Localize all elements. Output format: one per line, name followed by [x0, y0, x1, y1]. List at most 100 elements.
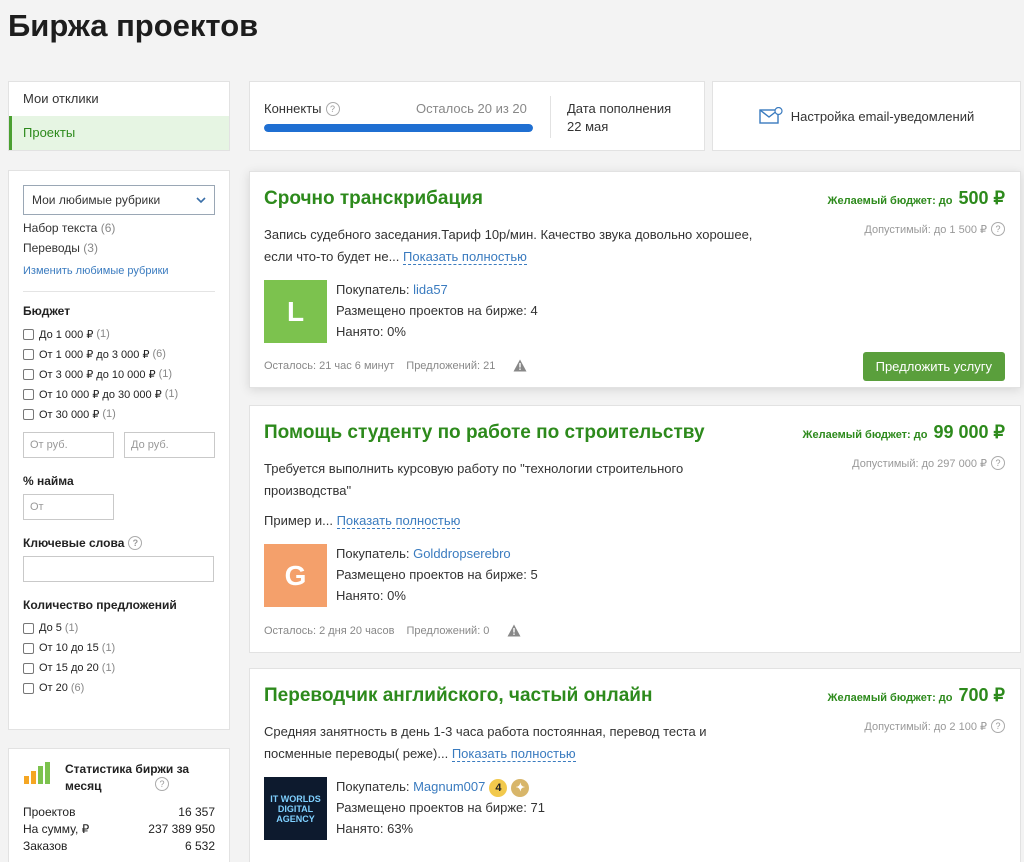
- offers-count: Предложений: 0: [406, 624, 490, 637]
- budget: Желаемый бюджет: до 700 ₽: [827, 685, 1006, 705]
- warning-icon[interactable]: [513, 359, 527, 372]
- budget-to-input[interactable]: До руб.: [124, 432, 215, 458]
- refill-date: 22 мая: [567, 119, 609, 134]
- email-settings-button[interactable]: Настройка email-уведомлений: [712, 81, 1021, 151]
- keywords-input[interactable]: [23, 556, 214, 582]
- stats-panel: Статистика биржи за месяц ? Проектов 16 3…: [8, 748, 230, 862]
- budget-option[interactable]: От 3 000 ₽ до 10 000 ₽ (1): [23, 364, 215, 384]
- nav-item-my-responses[interactable]: Мои отклики: [9, 82, 229, 116]
- offers-count: Предложений: 21: [406, 359, 496, 372]
- connects-progress-bar: [264, 124, 533, 132]
- buyer-info: Покупатель: Magnum007 4 ✦ Размещено проект…: [336, 778, 545, 836]
- budget-heading: Бюджет: [23, 304, 71, 318]
- offers-option[interactable]: От 20 (6): [23, 678, 215, 698]
- offers-option[interactable]: От 15 до 20 (1): [23, 658, 215, 678]
- avatar[interactable]: L: [264, 280, 327, 343]
- budget-option[interactable]: От 30 000 ₽ (1): [23, 404, 215, 424]
- budget-value: 500 ₽: [958, 188, 1006, 208]
- hire-heading: % найма: [23, 474, 74, 488]
- category-item[interactable]: Переводы (3): [23, 241, 215, 255]
- buyer-info: Покупатель: lida57 Размещено проектов на…: [336, 282, 538, 339]
- chevron-down-icon: [196, 197, 206, 204]
- email-settings-label: Настройка email-уведомлений: [790, 108, 975, 124]
- stat-row: Проектов 16 357: [23, 805, 215, 819]
- checkbox[interactable]: [23, 682, 34, 694]
- time-left: Осталось: 21 час 6 минут: [264, 359, 395, 372]
- rubric-select[interactable]: Мои любимые рубрики: [23, 185, 215, 215]
- bar-chart-icon: [24, 762, 50, 784]
- stats-title: Статистика биржи за месяц: [65, 762, 190, 793]
- divider: [23, 291, 215, 292]
- connects-progress-fill: [264, 124, 533, 132]
- project-card: Помощь студенту по работе по строительст…: [249, 405, 1021, 653]
- budget: Желаемый бюджет: до 500 ₽: [827, 188, 1006, 208]
- offers-option[interactable]: От 10 до 15 (1): [23, 638, 215, 658]
- help-icon[interactable]: ?: [991, 222, 1005, 236]
- project-description: Средняя занятность в день 1-3 часа работ…: [264, 724, 707, 762]
- stat-row: На сумму, ₽237 389 950: [23, 822, 215, 836]
- checkbox[interactable]: [23, 662, 34, 674]
- connects-remaining: Осталось 20 из 20: [416, 101, 527, 116]
- help-icon[interactable]: ?: [991, 719, 1005, 733]
- help-icon[interactable]: ?: [128, 536, 143, 550]
- checkbox[interactable]: [23, 408, 34, 420]
- checkbox[interactable]: [23, 388, 34, 400]
- level-badge: 4: [489, 778, 508, 797]
- budget-option[interactable]: От 10 000 ₽ до 30 000 ₽ (1): [23, 384, 215, 404]
- avatar[interactable]: G: [264, 544, 327, 607]
- hire-from-input[interactable]: От: [23, 494, 114, 520]
- help-icon[interactable]: ?: [991, 456, 1005, 470]
- project-meta: Осталось: 2 дня 20 часов Предложений: 0: [264, 624, 521, 637]
- buyer-link[interactable]: lida57: [413, 282, 448, 297]
- category-item[interactable]: Набор текста (6): [23, 221, 215, 235]
- checkbox[interactable]: [23, 348, 34, 360]
- stat-row: Заказов 6 532: [23, 839, 215, 853]
- medal-icon: ✦: [511, 778, 530, 797]
- avatar[interactable]: IT WORLDS DIGITAL AGENCY: [264, 777, 327, 840]
- budget-value: 700 ₽: [958, 685, 1006, 705]
- project-title[interactable]: Помощь студенту по работе по строительст…: [264, 422, 705, 444]
- budget-option[interactable]: До 1 000 ₽ (1): [23, 324, 215, 344]
- page-title: Биржа проектов: [8, 8, 259, 43]
- connects-panel: Коннекты? Осталось 20 из 20 Дата пополне…: [249, 81, 705, 151]
- project-description: Запись судебного заседания.Тариф 10р/мин…: [264, 227, 753, 265]
- divider: [550, 96, 551, 138]
- nav-item-projects[interactable]: Проекты: [9, 116, 229, 150]
- allowed-budget: Допустимый: до 1 500 ₽?: [864, 222, 1005, 236]
- checkbox[interactable]: [23, 642, 34, 654]
- filter-panel: Мои любимые рубрики Набор текста (6) Пер…: [8, 170, 230, 730]
- checkbox[interactable]: [23, 368, 34, 380]
- show-more-link[interactable]: Показать полностью: [451, 746, 576, 762]
- offers-option[interactable]: До 5 (1): [23, 618, 215, 638]
- project-card: Срочно транскрибация Желаемый бюджет: до…: [249, 171, 1021, 388]
- warning-icon[interactable]: [507, 624, 521, 637]
- offer-service-button[interactable]: Предложить услугу: [862, 352, 1005, 381]
- budget: Желаемый бюджет: до 99 000 ₽: [802, 422, 1005, 442]
- help-icon[interactable]: ?: [155, 777, 169, 791]
- checkbox[interactable]: [23, 328, 34, 340]
- refill-label: Дата пополнения: [567, 101, 672, 116]
- checkbox[interactable]: [23, 622, 34, 634]
- show-more-link[interactable]: Показать полностью: [336, 513, 461, 529]
- project-title[interactable]: Переводчик английского, частый онлайн: [264, 685, 652, 707]
- keywords-heading: Ключевые слова?: [23, 536, 215, 550]
- project-description: Требуется выполнить курсовую работу по "…: [264, 461, 684, 529]
- buyer-link[interactable]: Golddropserebro: [413, 546, 511, 561]
- buyer-link[interactable]: Magnum007: [413, 779, 485, 794]
- budget-from-input[interactable]: От руб.: [23, 432, 114, 458]
- sidebar-nav: Мои отклики Проекты: [8, 81, 230, 151]
- allowed-budget: Допустимый: до 297 000 ₽?: [852, 456, 1005, 470]
- project-title[interactable]: Срочно транскрибация: [264, 188, 483, 210]
- help-icon[interactable]: ?: [325, 101, 340, 116]
- project-meta: Осталось: 21 час 6 минут Предложений: 21: [264, 359, 527, 372]
- allowed-budget: Допустимый: до 2 100 ₽?: [864, 719, 1005, 733]
- buyer-info: Покупатель: Golddropserebro Размещено пр…: [336, 546, 538, 603]
- budget-option[interactable]: От 1 000 ₽ до 3 000 ₽ (6): [23, 344, 215, 364]
- project-card: Переводчик английского, частый онлайн Же…: [249, 668, 1021, 862]
- show-more-link[interactable]: Показать полностью: [403, 249, 527, 265]
- envelope-icon: [759, 107, 783, 124]
- rubric-select-value: Мои любимые рубрики: [32, 193, 161, 207]
- edit-rubrics-link[interactable]: Изменить любимые рубрики: [23, 265, 215, 277]
- connects-label: Коннекты?: [264, 101, 340, 116]
- offers-heading: Количество предложений: [23, 598, 177, 612]
